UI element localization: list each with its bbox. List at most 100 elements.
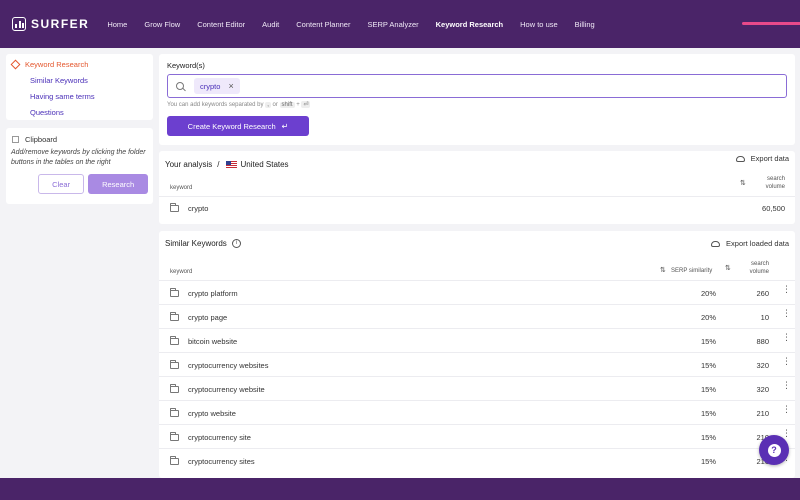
similar-title-text: Similar Keywords [165, 239, 227, 248]
more-options-icon[interactable]: ⋮ [782, 333, 791, 342]
volume-cell: 260 [756, 289, 769, 298]
divider [159, 196, 795, 197]
folder-icon[interactable] [170, 408, 179, 417]
col-serp-similarity: SERP similarity [671, 268, 713, 274]
nav-how-to-use[interactable]: How to use [520, 20, 558, 29]
col-volume-2: volume [765, 184, 785, 190]
sidebar-nav: Keyword Research Similar Keywords Having… [6, 54, 153, 120]
keyword-chip-label: crypto [200, 81, 221, 91]
similarity-cell: 15% [700, 337, 716, 346]
similarity-cell: 20% [700, 289, 716, 298]
nav-keyword-research[interactable]: Keyword Research [436, 20, 504, 29]
divider [159, 280, 795, 281]
clipboard-title: Clipboard [25, 135, 58, 144]
diamond-icon [10, 59, 21, 70]
keyword-cell: cryptocurrency website [188, 385, 265, 394]
hint-key-enter: ⏎ [301, 101, 311, 108]
hint-or: or [272, 102, 278, 108]
search-icon [176, 82, 184, 90]
folder-icon[interactable] [170, 456, 179, 465]
info-icon[interactable]: i [231, 239, 241, 248]
volume-cell: 10 [760, 313, 769, 322]
sidebar-item-similar-keywords[interactable]: Similar Keywords [30, 76, 148, 85]
divider [159, 352, 795, 353]
keywords-label: Keyword(s) [167, 61, 205, 70]
similar-keywords-panel: Similar Keywords i Export loaded data ke… [159, 231, 795, 478]
keyword-cell: cryptocurrency websites [188, 361, 269, 370]
bottom-bar [0, 478, 800, 500]
volume-cell: 880 [756, 337, 769, 346]
volume-cell: 210 [756, 409, 769, 418]
folder-icon[interactable] [170, 360, 179, 369]
clipboard-panel: Clipboard Add/remove keywords by clickin… [6, 128, 153, 204]
clipboard-description: Add/remove keywords by clicking the fold… [11, 149, 146, 166]
nav-content-editor[interactable]: Content Editor [197, 20, 245, 29]
folder-icon[interactable] [170, 336, 179, 345]
keyword-cell: cryptocurrency sites [188, 457, 255, 466]
folder-icon[interactable] [170, 203, 179, 212]
sort-volume-icon[interactable]: ⇅ [725, 264, 731, 272]
nav-billing[interactable]: Billing [575, 20, 595, 29]
sort-icon[interactable]: ⇅ [740, 179, 746, 187]
top-navigation-bar: SURFER Home Grow Flow Content Editor Aud… [0, 0, 800, 48]
logo-text: SURFER [31, 17, 90, 31]
keyword-chip: crypto × [194, 78, 240, 94]
col-keyword: keyword [170, 185, 193, 191]
surfer-logo[interactable]: SURFER [12, 17, 89, 31]
more-options-icon[interactable]: ⋮ [782, 285, 791, 294]
export-data-label: Export data [750, 154, 789, 163]
analysis-panel: Your analysis / United States Export dat… [159, 151, 795, 224]
keyword-cell: bitcoin website [188, 337, 238, 346]
keyword-cell: crypto website [188, 409, 236, 418]
folder-icon[interactable] [170, 432, 179, 441]
hint-key-comma: , [265, 102, 271, 108]
nav-audit[interactable]: Audit [262, 20, 279, 29]
divider [159, 448, 795, 449]
export-loaded-data-button[interactable]: Export loaded data [711, 239, 789, 248]
research-button[interactable]: Research [88, 174, 148, 194]
divider [159, 304, 795, 305]
help-button[interactable]: ? [759, 435, 789, 465]
analysis-keyword: crypto [188, 204, 209, 213]
similarity-cell: 15% [700, 409, 716, 418]
analysis-volume: 60,500 [762, 204, 785, 213]
similar-keywords-title: Similar Keywords i [165, 239, 241, 248]
similarity-cell: 15% [700, 385, 716, 394]
nav-content-planner[interactable]: Content Planner [296, 20, 350, 29]
col-keyword: keyword [170, 269, 193, 275]
clear-button[interactable]: Clear [38, 174, 85, 194]
folder-icon[interactable] [170, 384, 179, 393]
keyword-cell: crypto platform [188, 289, 238, 298]
col-volume-1: search [766, 176, 785, 182]
folder-icon[interactable] [170, 288, 179, 297]
more-options-icon[interactable]: ⋮ [782, 429, 791, 438]
export-data-button[interactable]: Export data [735, 154, 789, 163]
nav-serp-analyzer[interactable]: SERP Analyzer [367, 20, 418, 29]
similarity-cell: 15% [700, 457, 716, 466]
more-options-icon[interactable]: ⋮ [782, 357, 791, 366]
nav-grow-flow[interactable]: Grow Flow [144, 20, 180, 29]
clipboard-header: Clipboard [11, 135, 148, 144]
sidebar-header[interactable]: Keyword Research [10, 59, 148, 70]
create-label: Create Keyword Research [187, 121, 276, 131]
nav-home[interactable]: Home [107, 20, 127, 29]
sidebar-item-having-same-terms[interactable]: Having same terms [30, 92, 148, 101]
remove-chip-icon[interactable]: × [228, 81, 233, 91]
bar-chart-icon [12, 17, 26, 31]
sort-similarity-icon[interactable]: ⇅ [660, 266, 666, 274]
keywords-input[interactable]: crypto × [167, 74, 787, 98]
folder-icon[interactable] [170, 312, 179, 321]
sidebar-header-label: Keyword Research [25, 60, 89, 69]
help-icon: ? [767, 443, 781, 457]
divider [159, 424, 795, 425]
accent-bar [742, 22, 800, 25]
col-volume-1: search [750, 261, 769, 267]
more-options-icon[interactable]: ⋮ [782, 309, 791, 318]
clipboard-icon [12, 136, 19, 143]
create-keyword-research-button[interactable]: Create Keyword Research ↵ [167, 116, 309, 136]
divider [159, 328, 795, 329]
keyword-input-panel: Keyword(s) crypto × You can add keywords… [159, 54, 795, 145]
more-options-icon[interactable]: ⋮ [782, 405, 791, 414]
sidebar-item-questions[interactable]: Questions [30, 108, 148, 117]
more-options-icon[interactable]: ⋮ [782, 381, 791, 390]
